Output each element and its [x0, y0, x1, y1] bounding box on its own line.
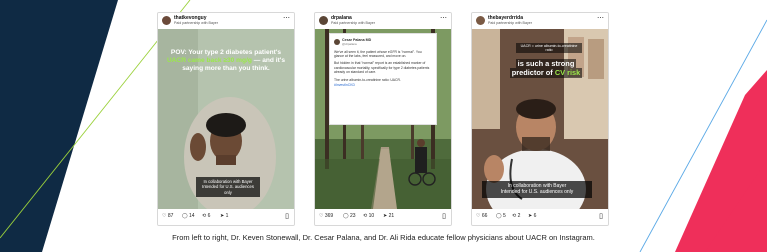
partnership-label: Paid partnership with Bayer [331, 21, 375, 25]
headline-text: POV: Your type 2 diabetes patient's [170, 49, 282, 56]
comment-action[interactable]: ◯ 5 [496, 213, 506, 219]
comment-action[interactable]: ◯ 14 [182, 213, 195, 219]
acronym-label: UACR = urine albumin-to-creatinine ratio [516, 43, 582, 53]
share-action[interactable]: ➤ 6 [528, 213, 536, 219]
repost-action[interactable]: ⟲ 10 [363, 213, 374, 219]
post-media[interactable]: UACR = urine albumin-to-creatinine ratio… [472, 29, 608, 209]
post-actions: ♡ 87 ◯ 14 ⟲ 6 ➤ 1 ▯ [158, 209, 294, 225]
post-avatar [334, 39, 340, 46]
like-count: 369 [324, 213, 334, 219]
post-paragraph: The urine albumin-to-creatinine ratio: U… [334, 77, 401, 82]
share-icon[interactable]: ➤ [528, 213, 532, 219]
share-action[interactable]: ➤ 21 [383, 213, 394, 219]
bookmark-icon[interactable]: ▯ [442, 212, 446, 220]
instagram-post-card-3[interactable]: thebayerdrrida Paid partnership with Bay… [471, 12, 609, 226]
like-count: 66 [481, 213, 488, 219]
headline-line-1: is such a strong [515, 59, 577, 69]
repost-icon[interactable]: ⟲ [202, 213, 206, 219]
share-icon[interactable]: ➤ [383, 213, 387, 219]
post-hashtag[interactable]: #InvestInCKD [334, 83, 432, 87]
bookmark-icon[interactable]: ▯ [599, 212, 603, 220]
heart-icon[interactable]: ♡ [476, 213, 480, 219]
repost-count: 2 [517, 213, 521, 219]
comment-icon[interactable]: ◯ [182, 213, 188, 219]
comment-icon[interactable]: ◯ [343, 213, 349, 219]
post-headline: POV: Your type 2 diabetes patient's UACR… [166, 49, 286, 74]
more-icon[interactable]: ⋯ [283, 14, 290, 22]
share-icon[interactable]: ➤ [220, 213, 224, 219]
post-paragraph: But hidden in that "normal" report is an… [334, 61, 430, 75]
repost-icon[interactable]: ⟲ [363, 213, 367, 219]
share-action[interactable]: ➤ 1 [220, 213, 228, 219]
avatar[interactable] [476, 16, 485, 25]
headline-line-2: predictor of CV risk [509, 68, 583, 78]
partnership-label: Paid partnership with Bayer [174, 21, 218, 25]
comment-count: 14 [189, 213, 195, 219]
navy-corner-shape [0, 0, 118, 252]
post-actions: ♡ 369 ◯ 23 ⟲ 10 ➤ 21 ▯ [315, 209, 451, 225]
repost-action[interactable]: ⟲ 2 [512, 213, 520, 219]
share-count: 21 [388, 213, 395, 219]
comment-action[interactable]: ◯ 23 [343, 213, 356, 219]
comment-icon[interactable]: ◯ [496, 213, 502, 219]
like-count: 87 [167, 213, 174, 219]
like-action[interactable]: ♡ 369 [319, 213, 333, 219]
repost-action[interactable]: ⟲ 6 [202, 213, 210, 219]
like-action[interactable]: ♡ 66 [476, 213, 487, 219]
headline-highlight: CV risk [554, 68, 581, 78]
repost-count: 6 [207, 213, 211, 219]
post-paragraph: We've all seen it, the patient whose eGF… [334, 49, 422, 58]
share-count: 6 [533, 213, 537, 219]
instagram-post-card-1[interactable]: thatkevonguy Paid partnership with Bayer… [157, 12, 295, 226]
figure-caption: From left to right, Dr. Keven Stonewall,… [172, 233, 595, 242]
repost-icon[interactable]: ⟲ [512, 213, 516, 219]
heart-icon[interactable]: ♡ [162, 213, 166, 219]
post-header: thatkevonguy Paid partnership with Bayer… [158, 13, 294, 29]
post-handle: @drpalana [342, 41, 357, 46]
heart-icon[interactable]: ♡ [319, 213, 323, 219]
headline-highlight: UACR came back ≥30 mg/g [166, 57, 252, 65]
text-post-screenshot: Cesar Palana MD @drpalana We've all seen… [329, 33, 437, 125]
comment-count: 5 [503, 213, 506, 219]
partnership-label: Paid partnership with Bayer [488, 21, 532, 25]
bookmark-icon[interactable]: ▯ [285, 212, 289, 220]
avatar[interactable] [319, 16, 328, 25]
post-headline: is such a strong predictor of CV risk [506, 59, 586, 78]
headline-text: predictor of [511, 68, 555, 78]
like-action[interactable]: ♡ 87 [162, 213, 173, 219]
bayer-disclaimer: In collaboration with Bayer Intended for… [196, 177, 260, 197]
post-header: thebayerdrrida Paid partnership with Bay… [472, 13, 608, 29]
bayer-disclaimer: In collaboration with Bayer Intended for… [482, 181, 592, 198]
avatar[interactable] [162, 16, 171, 25]
repost-count: 10 [368, 213, 375, 219]
more-icon[interactable]: ⋯ [440, 14, 447, 22]
instagram-post-card-2[interactable]: drpalana Paid partnership with Bayer ⋯ C… [314, 12, 452, 226]
share-count: 1 [225, 213, 229, 219]
post-header: drpalana Paid partnership with Bayer ⋯ [315, 13, 451, 29]
more-icon[interactable]: ⋯ [597, 14, 604, 22]
comment-count: 23 [350, 213, 356, 219]
post-media[interactable]: Cesar Palana MD @drpalana We've all seen… [315, 29, 451, 209]
post-media[interactable]: POV: Your type 2 diabetes patient's UACR… [158, 29, 294, 209]
post-actions: ♡ 66 ◯ 5 ⟲ 2 ➤ 6 ▯ [472, 209, 608, 225]
